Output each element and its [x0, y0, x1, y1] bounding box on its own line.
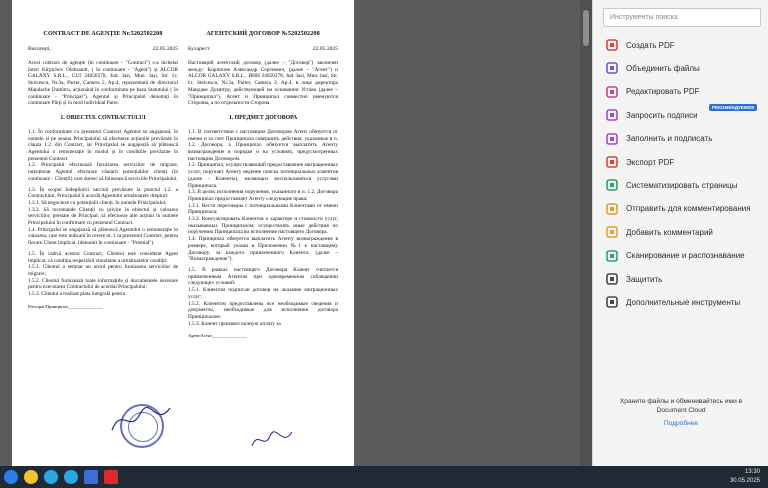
- vertical-scrollbar[interactable]: [580, 0, 592, 466]
- scan-ocr-icon: [605, 249, 619, 263]
- tool-label: Защитить: [626, 274, 663, 284]
- clause-ro: 1.4. Principalul se angajează să plăteas…: [28, 226, 178, 247]
- clause-ru: 1.3. В целях исполнения поручения, указа…: [188, 189, 338, 202]
- tools-panel: Инструменты поиска Создать PDF Объединить…: [592, 0, 768, 466]
- contract-title-ru: АГЕНТСКИЙ ДОГОВОР №5202502208: [206, 30, 320, 37]
- document-cloud-promo: Храните файлы и обменивайтесь ими в Docu…: [593, 398, 768, 429]
- clause-ro: 1.3.2. Să recomande Clienții cu privire …: [28, 206, 178, 227]
- tool-fill-sign[interactable]: Заполнить и подписать: [605, 130, 767, 148]
- promo-text: Document Cloud: [656, 406, 706, 414]
- clause-ro: 1.5.1. Clientul a semnat un acord pentru…: [28, 264, 178, 277]
- clause-ro: 1.5.3. Clientul a realizat plata integra…: [28, 291, 126, 298]
- tool-label: Добавить комментарий: [626, 227, 713, 237]
- clause-ru: 1.5.1. Клиентом подписан договор на оказ…: [188, 287, 338, 300]
- clause-ro: 1.1. În conformitate cu prezentul Contra…: [28, 128, 178, 162]
- tool-label: Сканирование и распознавание: [626, 251, 745, 261]
- clause-ru: 1.2. Принципал, осуществляющий предостав…: [188, 162, 338, 189]
- agent-signature: [251, 431, 293, 447]
- agent-signature-line: Agent/Агент_______________: [188, 333, 247, 339]
- principal-signature-line: Principal/Принципал_______________: [28, 303, 103, 309]
- intro-ro: Acest contract de agenție (în continuare…: [28, 60, 178, 107]
- more-tools-icon: [605, 295, 619, 309]
- tool-combine-files[interactable]: Объединить файлы: [605, 59, 767, 77]
- organize-pages-icon: [605, 178, 619, 192]
- date-ro: 22.05.2025: [152, 46, 178, 52]
- comment-icon: [605, 225, 619, 239]
- tool-label: Объединить файлы: [626, 63, 700, 73]
- export-pdf-icon: [605, 155, 619, 169]
- combine-files-icon: [605, 61, 619, 75]
- start-icon[interactable]: [4, 470, 18, 484]
- clause-ro: 1.5. În cadrul acestui Contract, Clientu…: [28, 250, 178, 264]
- tool-label: Запросить подписи: [626, 110, 698, 120]
- request-signatures-icon: [605, 108, 619, 122]
- tool-scan-ocr[interactable]: Сканирование и распознавание: [605, 247, 767, 265]
- recommended-badge: РЕКОМЕНДУЕМОЕ: [709, 104, 758, 111]
- word-icon[interactable]: [84, 470, 98, 484]
- send-for-comments-icon: [605, 202, 619, 216]
- scrollbar-thumb[interactable]: [583, 10, 589, 46]
- protect-icon: [605, 272, 619, 286]
- clause-ru: 1.3.2. Консультировать Клиентов о характ…: [188, 216, 338, 236]
- telegram-icon[interactable]: [44, 470, 58, 484]
- fill-sign-icon: [605, 132, 619, 146]
- tool-protect[interactable]: Защитить: [605, 270, 767, 288]
- acrobat-icon[interactable]: [104, 470, 118, 484]
- tool-label: Заполнить и подписать: [626, 134, 713, 144]
- clock-date: 30.05.2025: [729, 478, 760, 484]
- tools-search-input[interactable]: Инструменты поиска: [603, 8, 761, 27]
- learn-more-link[interactable]: Подробнее: [593, 420, 768, 429]
- clause-ru: 1.5.2. Клиентом предоставлены все необхо…: [188, 300, 338, 320]
- edit-pdf-icon: [605, 85, 619, 99]
- tool-organize-pages[interactable]: Систематизировать страницы: [605, 176, 767, 194]
- tool-label: Систематизировать страницы: [626, 180, 738, 190]
- russian-column: АГЕНТСКИЙ ДОГОВОР №5202502208 Бухарест 22…: [188, 30, 338, 338]
- tool-edit-pdf[interactable]: Редактировать PDF: [605, 83, 767, 101]
- section-title-ro: 1. OBIECTUL CONTRACTULUI: [60, 114, 146, 121]
- clock[interactable]: 13:30 30.05.2025: [730, 468, 760, 486]
- tool-export-pdf[interactable]: Экспорт PDF: [605, 153, 767, 171]
- intro-ru: Настоящий агентский договор (далее – "До…: [188, 60, 338, 107]
- city-ru: Бухарест: [188, 46, 210, 52]
- tool-comment[interactable]: Добавить комментарий: [605, 223, 767, 241]
- create-pdf-icon: [605, 38, 619, 52]
- clause-ro: 1.5.2. Clientul furnizează toate informa…: [28, 277, 178, 291]
- taskbar: 13:30 30.05.2025: [0, 466, 768, 488]
- tool-label: Отправить для комментирования: [626, 204, 751, 214]
- romanian-column: CONTRACT DE AGENȚIE Nr.5202502208 Bucure…: [28, 30, 178, 338]
- section-title-ru: 1. ПРЕДМЕТ ДОГОВОРА: [228, 114, 298, 121]
- tool-create-pdf[interactable]: Создать PDF: [605, 36, 767, 54]
- tool-label: Экспорт PDF: [626, 157, 675, 167]
- tool-send-for-comments[interactable]: Отправить для комментирования: [605, 200, 767, 218]
- chrome-icon[interactable]: [24, 470, 38, 484]
- clause-ro: 1.2. Principalul efectuează furnizarea s…: [28, 162, 178, 182]
- promo-text: Храните файлы и обменивайтесь ими в: [619, 398, 743, 405]
- date-ru: 22.05.2025: [312, 46, 338, 52]
- tool-label: Дополнительные инструменты: [626, 297, 741, 307]
- city-ro: București,: [28, 46, 51, 52]
- principal-signature: [111, 407, 171, 431]
- clause-ru: 1.3.1. Вести переговоры с потенциальными…: [188, 202, 338, 216]
- telegram-icon[interactable]: [64, 470, 78, 484]
- clause-ru: 1.4. Принципал обязуется выплатить Агент…: [188, 236, 338, 263]
- contract-title-ro: CONTRACT DE AGENȚIE Nr.5202502208: [43, 30, 163, 37]
- clause-ru: 1.5. В рамках настоящего Договора Клиент…: [188, 266, 338, 287]
- document-viewer[interactable]: CONTRACT DE AGENȚIE Nr.5202502208 Bucure…: [0, 0, 592, 466]
- clause-ro: 1.3.1. Să negocieze cu potențialii clien…: [28, 199, 167, 206]
- pdf-page[interactable]: CONTRACT DE AGENȚIE Nr.5202502208 Bucure…: [12, 0, 354, 466]
- clause-ru: 1.5.3. Клиент произвел полную оплату за: [188, 320, 281, 327]
- tool-more-tools[interactable]: Дополнительные инструменты: [605, 293, 767, 311]
- tool-label: Создать PDF: [626, 40, 675, 50]
- clause-ro: 1.3. În scopul îndeplinirii sarcinii pre…: [28, 186, 178, 200]
- tool-label: Редактировать PDF: [626, 87, 700, 97]
- clause-ru: 1.1. В соответствии с настоящим Договоро…: [188, 128, 338, 162]
- clock-time: 13:30: [744, 469, 760, 475]
